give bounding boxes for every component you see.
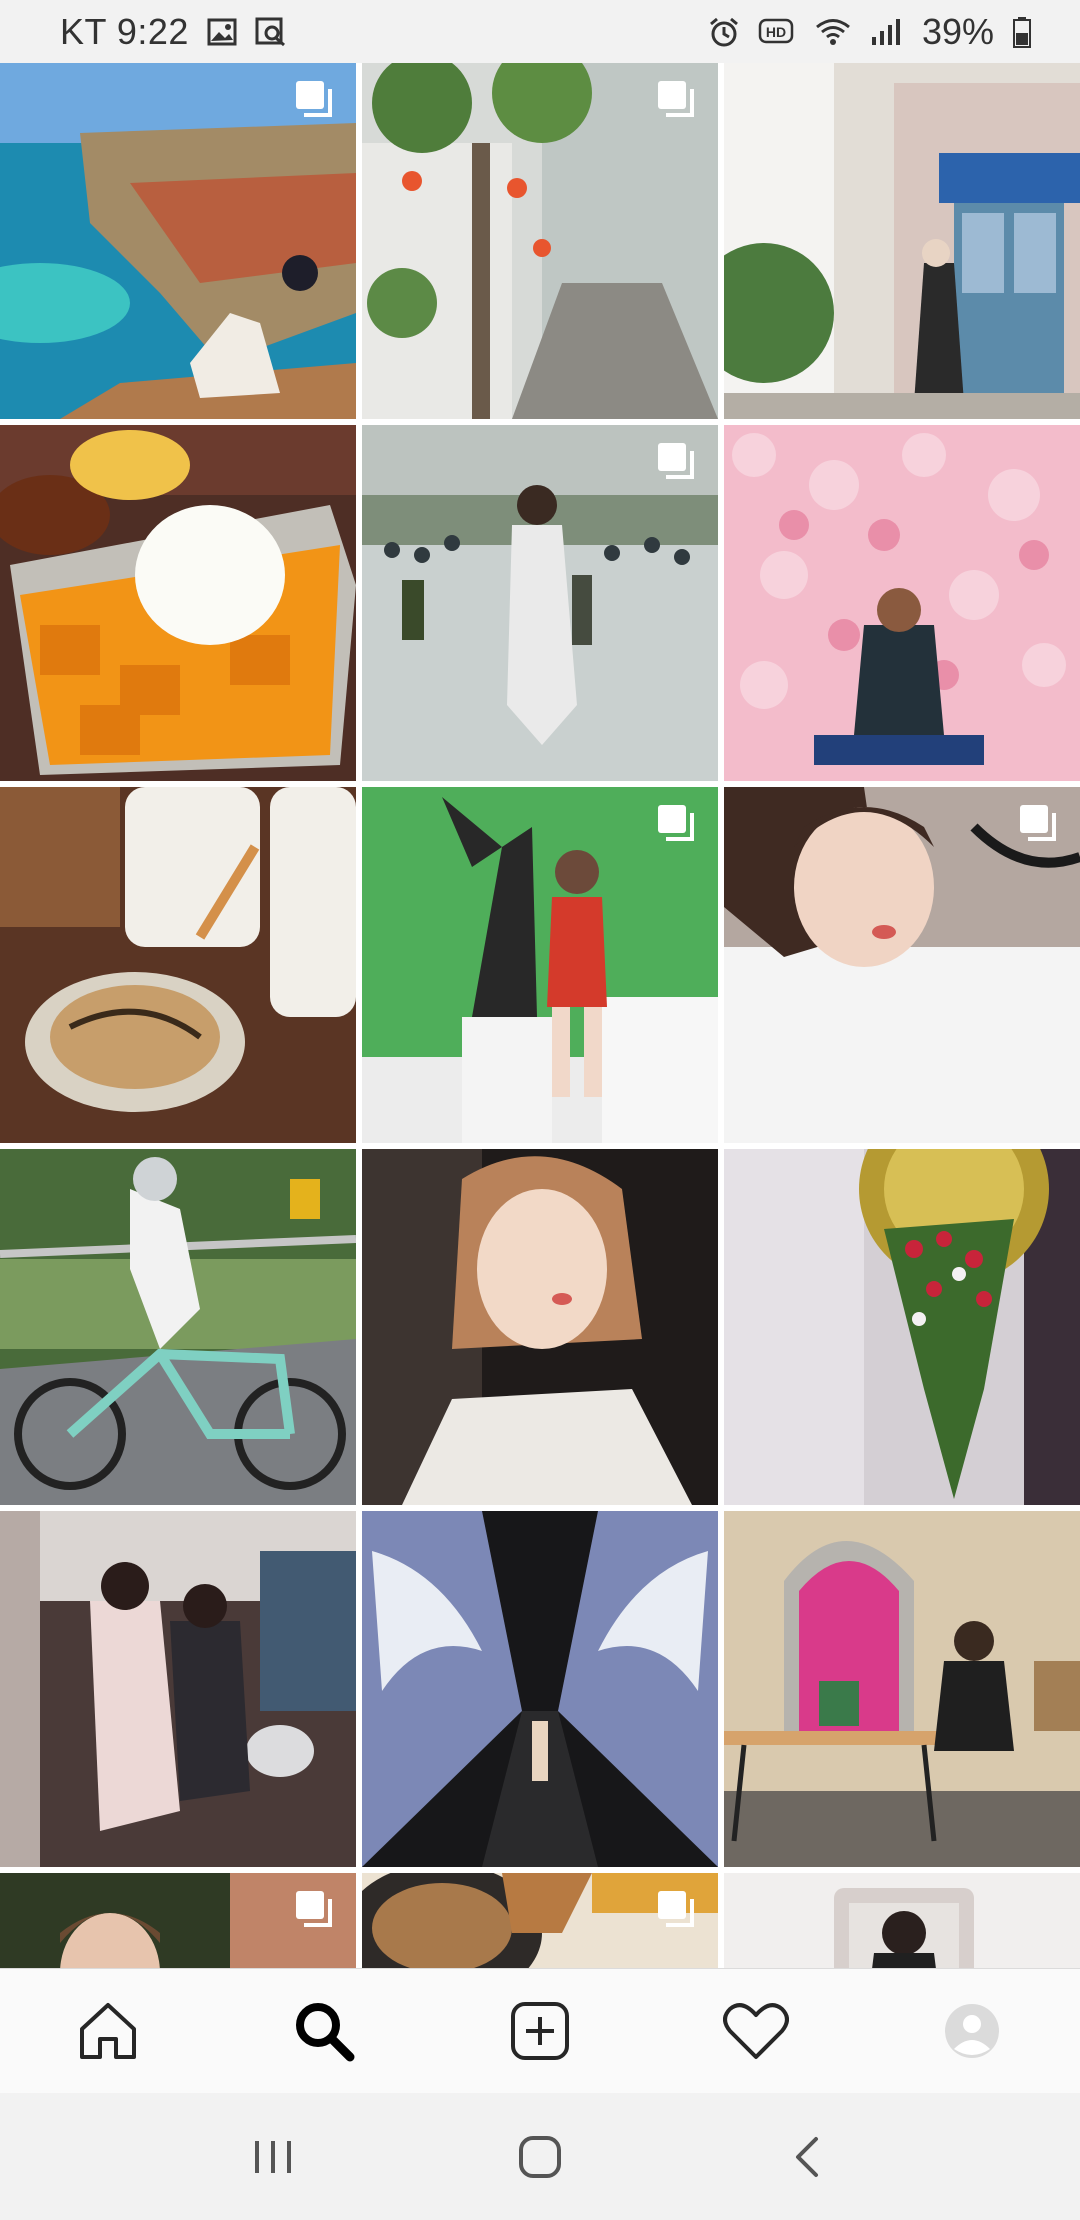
back-icon <box>795 2136 818 2177</box>
new-post-icon <box>511 2002 569 2060</box>
grid-tile[interactable] <box>362 1511 718 1867</box>
recent-apps-icon <box>255 2140 292 2173</box>
utensil-dessert-photo <box>0 787 356 1143</box>
nav-new-post-button[interactable] <box>480 1976 600 2086</box>
home-button-icon <box>518 2135 561 2178</box>
grid-tile[interactable] <box>724 425 1080 781</box>
grid-tile[interactable] <box>724 1873 1080 1968</box>
hd-voice-icon: HD <box>758 17 796 47</box>
battery-icon <box>1012 16 1032 48</box>
mango-bingsu-photo <box>0 425 356 781</box>
bottom-navigation <box>0 1968 1080 2093</box>
multiple-photos-icon <box>658 443 694 479</box>
signal-icon <box>870 17 904 47</box>
grid-tile[interactable] <box>0 1873 356 1968</box>
grid-tile[interactable] <box>362 1149 718 1505</box>
grid-tile[interactable] <box>362 787 718 1143</box>
battery-percent: 39% <box>921 10 994 52</box>
wifi-icon <box>814 17 852 47</box>
light-tunnel-photo <box>362 1511 718 1867</box>
multiple-photos-icon <box>658 805 694 841</box>
multiple-photos-icon <box>296 81 332 117</box>
alarm-icon <box>708 16 740 48</box>
nav-home-button[interactable] <box>48 1976 168 2086</box>
grid-tile[interactable] <box>724 1511 1080 1867</box>
mirror-selfie-photo <box>0 1511 356 1867</box>
nav-activity-button[interactable] <box>696 1976 816 2086</box>
screen-search-icon <box>255 17 287 47</box>
status-left: KT 9:22 <box>60 11 287 53</box>
grid-tile[interactable] <box>0 1149 356 1505</box>
multiple-photos-icon <box>1020 805 1056 841</box>
grid-tile[interactable] <box>0 787 356 1143</box>
recent-apps-button[interactable] <box>213 2107 333 2207</box>
flower-wall-photo <box>724 425 1080 781</box>
grid-tile[interactable] <box>724 63 1080 419</box>
home-system-button[interactable] <box>480 2107 600 2207</box>
home-icon <box>80 2003 136 2059</box>
grid-tile[interactable] <box>724 787 1080 1143</box>
grid-tile[interactable] <box>0 425 356 781</box>
multiple-photos-icon <box>658 1891 694 1927</box>
back-button[interactable] <box>747 2107 867 2207</box>
grid-tile[interactable] <box>724 1149 1080 1505</box>
svg-text:HD: HD <box>766 24 786 40</box>
system-navigation-bar <box>0 2093 1080 2220</box>
cyclist-photo <box>0 1149 356 1505</box>
hanging-flowers-photo <box>724 1149 1080 1505</box>
profile-avatar-icon <box>945 2004 999 2058</box>
grid-tile[interactable] <box>362 425 718 781</box>
portrait-photo <box>362 1149 718 1505</box>
nav-profile-button[interactable] <box>912 1976 1032 2086</box>
multiple-photos-icon <box>658 81 694 117</box>
pink-door-photo <box>724 1511 1080 1867</box>
search-icon <box>296 2003 355 2062</box>
status-bar: KT 9:22 HD 39% <box>0 0 1080 63</box>
grid-tile[interactable] <box>362 63 718 419</box>
explore-grid[interactable] <box>0 63 1080 1968</box>
partial-mirror-photo <box>724 1873 1080 1968</box>
grid-tile[interactable] <box>0 1511 356 1867</box>
grid-tile[interactable] <box>362 1873 718 1968</box>
grid-tile[interactable] <box>0 63 356 419</box>
carrier-time: KT 9:22 <box>60 10 189 52</box>
nav-search-button[interactable] <box>264 1976 384 2086</box>
cafe-storefront-photo <box>724 63 1080 419</box>
gallery-icon <box>207 18 237 46</box>
activity-heart-icon <box>723 2003 789 2059</box>
multiple-photos-icon <box>296 1891 332 1927</box>
status-right: HD 39% <box>708 11 1032 53</box>
